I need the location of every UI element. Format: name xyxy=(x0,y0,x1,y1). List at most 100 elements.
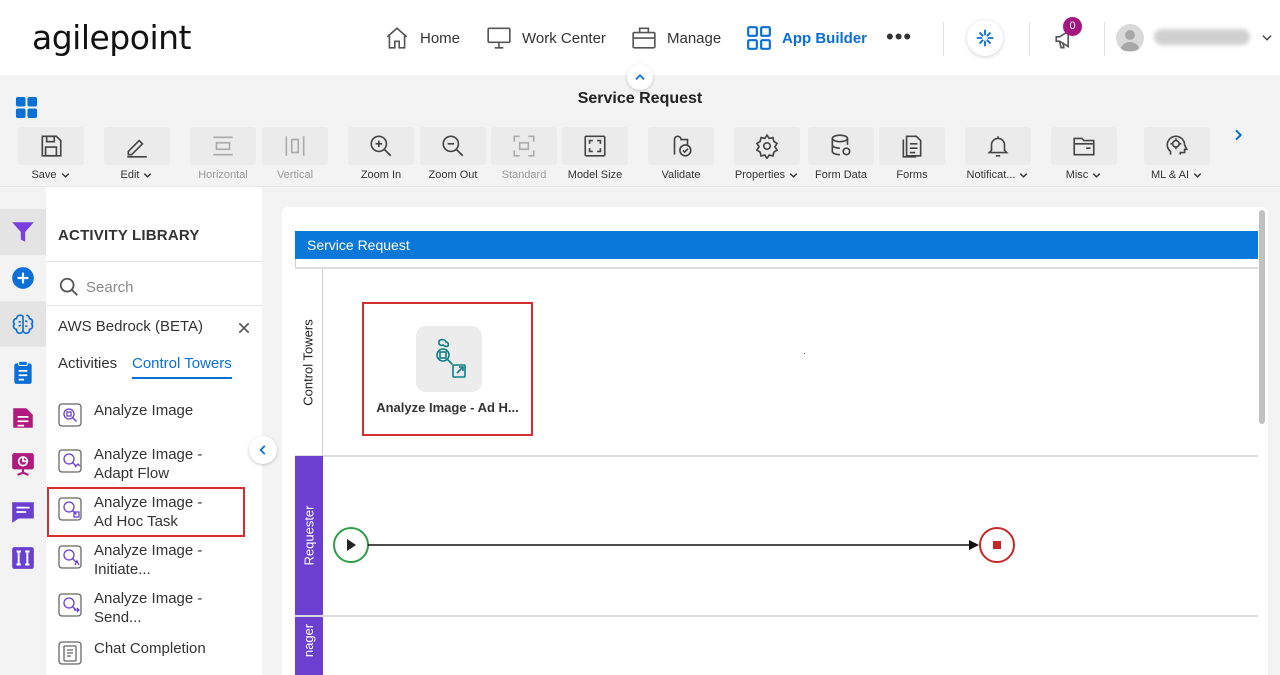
briefcase-icon xyxy=(632,27,656,49)
validate-button[interactable]: Validate xyxy=(648,127,714,185)
standard-size-button[interactable]: Standard xyxy=(491,127,557,185)
model-size-button[interactable]: Model Size xyxy=(562,127,628,185)
rail-tasks-button[interactable] xyxy=(0,349,46,395)
forms-label: Forms xyxy=(896,169,928,181)
chevron-down-icon xyxy=(144,172,152,178)
item-line: Initiate... xyxy=(94,561,151,578)
misc-label: Misc xyxy=(1065,169,1089,181)
rail-integration-button[interactable] xyxy=(0,535,46,581)
user-name-blurred[interactable] xyxy=(1154,29,1250,45)
rail-forms-button[interactable] xyxy=(0,395,46,441)
tab-control-towers[interactable]: Control Towers xyxy=(132,355,232,379)
rail-add-button[interactable] xyxy=(0,255,46,301)
chat-icon xyxy=(12,502,34,523)
pencil-icon xyxy=(127,139,147,158)
document-icon xyxy=(13,408,33,428)
brain-icon xyxy=(12,314,34,335)
end-event[interactable] xyxy=(979,527,1015,563)
forms-button[interactable]: Forms xyxy=(879,127,945,185)
monitor-icon xyxy=(487,27,511,49)
vertical-label: Vertical xyxy=(276,169,314,181)
library-search-input[interactable] xyxy=(86,275,246,299)
chevron-up-icon xyxy=(635,74,645,80)
collapse-header-button[interactable] xyxy=(627,64,653,90)
validate-label: Validate xyxy=(661,169,701,181)
collapse-library-button[interactable] xyxy=(249,436,277,464)
horizontal-layout-button[interactable]: Horizontal xyxy=(190,127,256,185)
lane-requester[interactable]: Requester xyxy=(295,456,323,615)
vertical-layout-button[interactable]: Vertical xyxy=(262,127,328,185)
vertical-scrollbar[interactable] xyxy=(1259,210,1265,424)
rail-filter-button[interactable] xyxy=(0,209,46,255)
item-line: Send... xyxy=(94,609,142,626)
tab-activities[interactable]: Activities xyxy=(58,355,117,372)
form-data-button[interactable]: Form Data xyxy=(808,127,874,185)
analyze-image-ad-hoc-icon xyxy=(436,338,466,378)
rail-reports-button[interactable] xyxy=(0,441,46,487)
chevron-down-icon xyxy=(61,172,69,178)
nav-divider xyxy=(1104,22,1105,56)
control-tower-icon[interactable] xyxy=(967,20,1003,56)
nav-manage[interactable]: Manage xyxy=(631,24,721,52)
page-title: Service Request xyxy=(577,90,703,107)
left-icon-rail xyxy=(0,187,46,675)
vertical-layout-icon xyxy=(285,136,305,156)
canvas-dot xyxy=(804,353,805,354)
agilepoint-logo[interactable]: agilepoint xyxy=(32,18,191,57)
zoom-out-label: Zoom Out xyxy=(428,169,478,181)
model-size-icon xyxy=(584,135,606,157)
start-event[interactable] xyxy=(333,527,369,563)
clipboard-icon xyxy=(14,360,32,384)
zoom-out-button[interactable]: Zoom Out xyxy=(420,127,486,185)
nav-work-center[interactable]: Work Center xyxy=(486,24,606,52)
library-item-analyze-image[interactable]: Analyze Image xyxy=(56,401,246,429)
lane-manager[interactable]: nager xyxy=(295,617,323,675)
item-line: Adapt Flow xyxy=(94,465,170,482)
ml-ai-label: ML & AI xyxy=(1150,169,1190,181)
analyze-image-ad-hoc-task-node[interactable] xyxy=(416,326,482,392)
library-item-analyze-image-send[interactable]: Analyze Image - Send... xyxy=(56,589,246,627)
standard-label: Standard xyxy=(501,169,547,181)
analyze-image-adapt-icon xyxy=(58,449,82,473)
library-item-chat-completion[interactable]: Chat Completion xyxy=(56,639,246,667)
ml-ai-button[interactable]: ML & AI xyxy=(1144,127,1210,185)
library-item-analyze-image-adapt-flow[interactable]: Analyze Image - Adapt Flow xyxy=(56,445,246,483)
library-item-analyze-image-initiate[interactable]: Analyze Image - Initiate... xyxy=(56,541,246,579)
item-line: Analyze Image - xyxy=(94,590,203,607)
folder-icon xyxy=(1073,137,1095,156)
avatar[interactable] xyxy=(1116,24,1144,52)
chevron-down-icon[interactable] xyxy=(1260,31,1274,45)
funnel-icon xyxy=(12,222,34,242)
rail-ai-button[interactable] xyxy=(0,301,46,347)
search-icon xyxy=(59,277,78,296)
rail-messages-button[interactable] xyxy=(0,489,46,535)
close-icon[interactable] xyxy=(236,320,252,336)
properties-button[interactable]: Properties xyxy=(734,127,800,185)
edit-button[interactable]: Edit xyxy=(104,127,170,185)
plus-circle-icon xyxy=(12,267,34,289)
presentation-icon xyxy=(12,453,34,476)
zoom-out-icon xyxy=(442,135,464,157)
task-label: Analyze Image - Ad H... xyxy=(376,400,519,415)
chevron-down-icon xyxy=(1020,172,1028,178)
notifications-button[interactable]: Notificat... xyxy=(965,127,1031,185)
nav-app-builder[interactable]: App Builder xyxy=(746,24,867,52)
lane-divider xyxy=(295,455,1258,457)
lane-control-towers[interactable]: Control Towers xyxy=(295,269,323,455)
model-size-label: Model Size xyxy=(567,169,623,181)
nav-work-center-label: Work Center xyxy=(522,29,606,47)
chevron-right-icon[interactable] xyxy=(1230,127,1246,143)
misc-button[interactable]: Misc xyxy=(1051,127,1117,185)
chat-completion-icon xyxy=(58,641,82,665)
nav-divider xyxy=(943,22,944,56)
lane-label: nager xyxy=(301,623,317,658)
zoom-in-button[interactable]: Zoom In xyxy=(348,127,414,185)
save-button[interactable]: Save xyxy=(18,127,84,185)
bell-icon xyxy=(987,136,1009,157)
nav-home[interactable]: Home xyxy=(384,24,460,52)
horizontal-label: Horizontal xyxy=(198,169,248,181)
more-menu-icon[interactable]: ••• xyxy=(886,26,912,48)
nav-divider xyxy=(1029,22,1030,56)
pool-header[interactable]: Service Request xyxy=(295,231,1258,259)
analyze-image-send-icon xyxy=(58,593,82,617)
